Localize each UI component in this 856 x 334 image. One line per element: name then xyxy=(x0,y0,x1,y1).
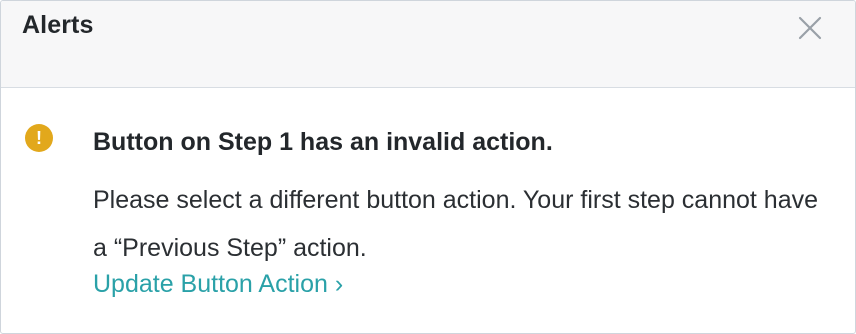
warning-icon: ! xyxy=(25,124,53,152)
alert-item: ! Button on Step 1 has an invalid action… xyxy=(1,88,855,333)
alerts-header: Alerts xyxy=(1,1,855,88)
alert-message: Please select a different button action.… xyxy=(93,186,819,262)
warning-icon-glyph: ! xyxy=(36,128,42,148)
close-button[interactable] xyxy=(795,13,825,43)
close-icon xyxy=(798,16,822,40)
alerts-panel: Alerts ! Button on Step 1 has an invalid… xyxy=(0,0,856,334)
alert-title: Button on Step 1 has an invalid action. xyxy=(93,128,553,156)
update-button-action-link[interactable]: Update Button Action › xyxy=(93,270,343,299)
alerts-title: Alerts xyxy=(22,11,94,39)
